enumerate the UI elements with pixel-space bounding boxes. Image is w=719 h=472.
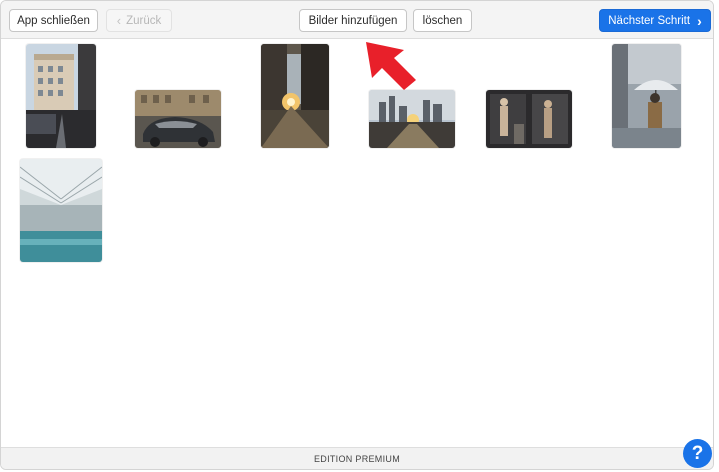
chevron-right-icon: › (697, 12, 702, 29)
image-thumbnail[interactable] (26, 44, 96, 148)
image-thumbnail[interactable] (486, 90, 572, 148)
back-label: Zurück (126, 14, 162, 27)
toolbar: App schließen ‹ Zurück Bilder hinzufügen… (1, 1, 713, 39)
image-thumbnail[interactable] (612, 44, 681, 148)
footer: EDITION PREMIUM (1, 447, 713, 469)
edition-label: EDITION PREMIUM (313, 453, 400, 464)
pointer-arrow-icon (366, 42, 416, 90)
image-thumbnail[interactable] (135, 90, 221, 148)
delete-button[interactable]: löschen (413, 9, 472, 32)
back-button[interactable]: ‹ Zurück (106, 9, 172, 32)
help-button[interactable]: ? (683, 439, 712, 468)
chevron-left-icon: ‹ (116, 13, 122, 28)
add-images-button[interactable]: Bilder hinzufügen (299, 9, 407, 32)
next-step-button[interactable]: Nächster Schritt › (599, 9, 711, 32)
next-step-label: Nächster Schritt (608, 14, 691, 27)
app-window: App schließen ‹ Zurück Bilder hinzufügen… (0, 0, 714, 470)
delete-label: löschen (422, 14, 463, 27)
image-thumbnail[interactable] (369, 90, 455, 148)
image-thumbnail[interactable] (261, 44, 329, 148)
close-app-label: App schließen (17, 14, 90, 27)
add-images-label: Bilder hinzufügen (308, 14, 398, 27)
image-thumbnail[interactable] (20, 159, 102, 262)
help-icon: ? (691, 442, 704, 464)
close-app-button[interactable]: App schließen (9, 9, 98, 32)
image-grid (1, 40, 713, 448)
